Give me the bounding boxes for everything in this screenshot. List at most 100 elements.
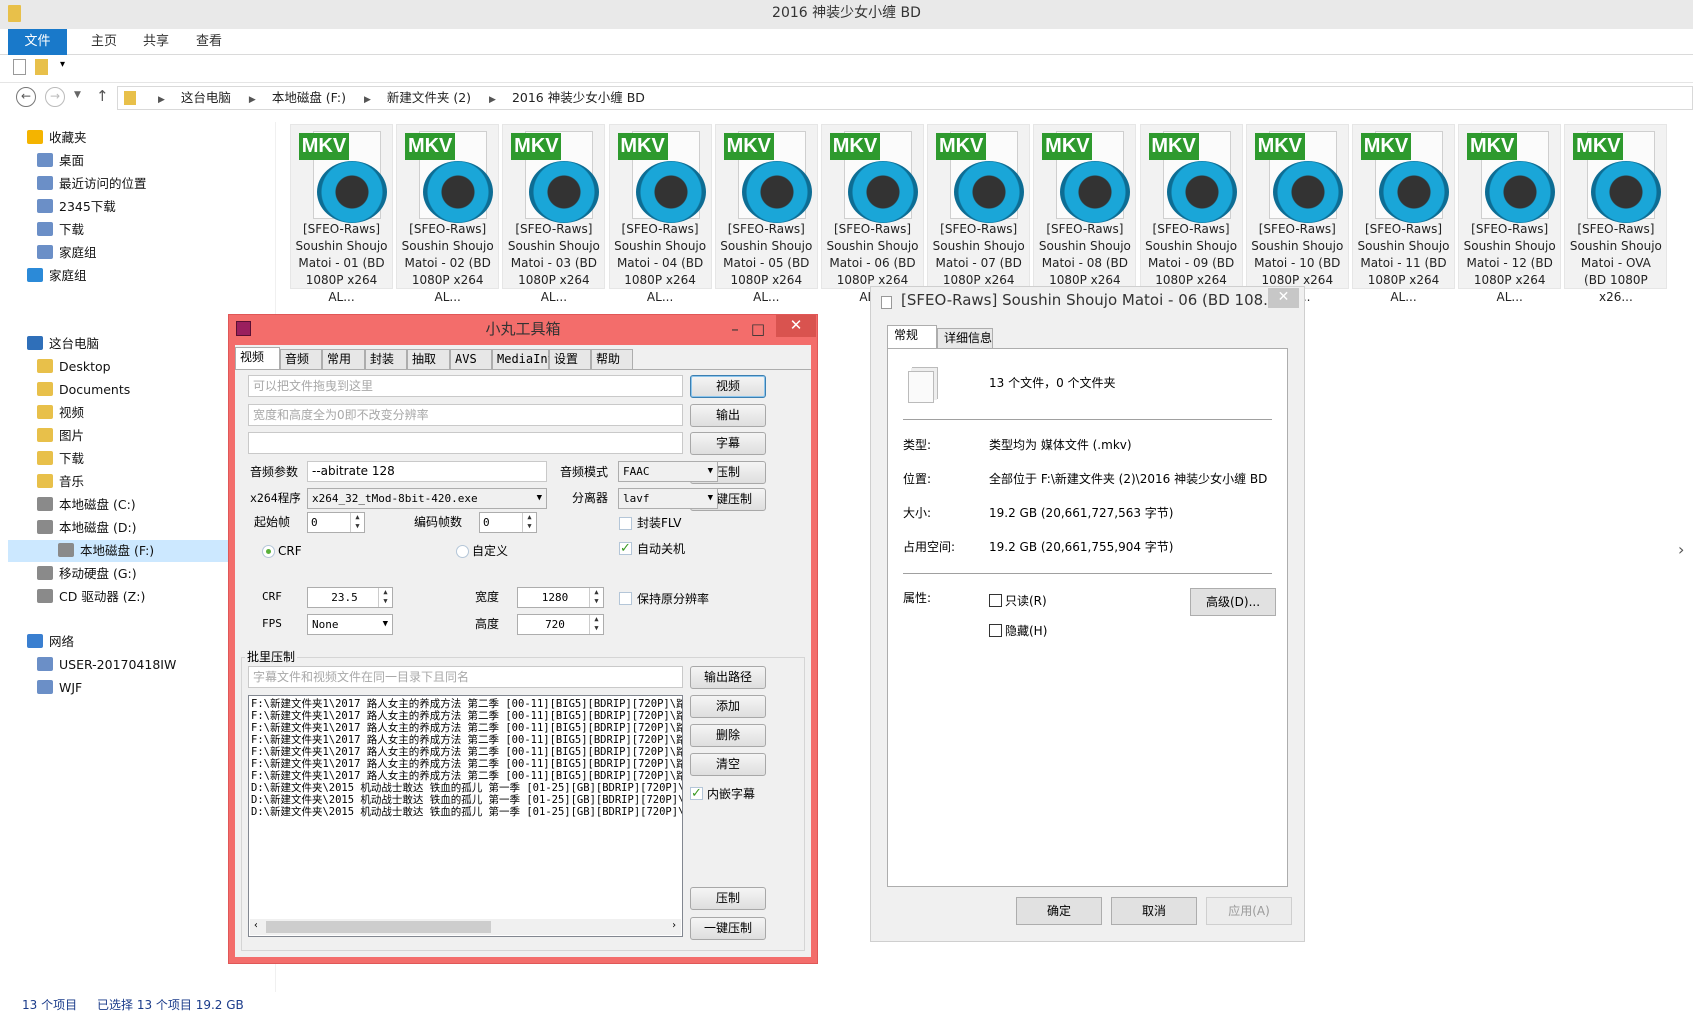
breadcrumb-new-folder[interactable]: 新建文件夹 (2) bbox=[387, 90, 471, 105]
nav-item[interactable]: 桌面 bbox=[37, 150, 84, 172]
x264-select[interactable]: x264_32_tMod-8bit-420.exe ▼ bbox=[307, 488, 547, 509]
batch-file-list[interactable]: F:\新建文件夹1\2017 路人女主的养成方法 第二季 [00-11][BIG… bbox=[248, 695, 683, 937]
minimize-button[interactable]: – bbox=[725, 315, 745, 343]
subtitle-button[interactable]: 字幕 bbox=[690, 432, 766, 455]
nav-item[interactable]: 家庭组 bbox=[37, 242, 97, 264]
file-tile[interactable]: MKV [SFEO-Raws] Soushin Shoujo Matoi - 01 (… bbox=[290, 124, 393, 304]
file-tile[interactable]: MKV [SFEO-Raws] Soushin Shoujo Matoi - 10 (… bbox=[1245, 124, 1349, 304]
scrollbar-thumb[interactable] bbox=[266, 921, 491, 933]
output-path-button[interactable]: 输出路径 bbox=[690, 666, 766, 689]
nav-item[interactable]: 本地磁盘 (D:) bbox=[37, 517, 137, 539]
back-icon[interactable]: ← bbox=[16, 87, 36, 107]
batch-list-item[interactable]: D:\新建文件夹\2015 机动战士敢达 铁血的孤儿 第一季 [01-25][G… bbox=[251, 782, 682, 794]
spinner-arrows-icon[interactable]: ▲ ▼ bbox=[378, 588, 392, 607]
breadcrumb-this-pc[interactable]: 这台电脑 bbox=[181, 90, 231, 105]
spinner-arrows-icon[interactable]: ▲ ▼ bbox=[350, 513, 364, 532]
advanced-button[interactable]: 高级(D)... bbox=[1190, 588, 1276, 616]
start-frame-spinner[interactable]: 0 ▲ ▼ bbox=[307, 512, 365, 533]
nav-item[interactable]: 最近访问的位置 bbox=[37, 173, 147, 195]
customize-dropdown-icon[interactable]: ▾ bbox=[60, 59, 65, 70]
fps-select[interactable]: None ▼ bbox=[307, 614, 393, 635]
video-button[interactable]: 视频 bbox=[690, 375, 766, 398]
recent-dropdown-icon[interactable]: ▼ bbox=[74, 90, 81, 100]
properties-icon[interactable] bbox=[13, 59, 26, 75]
delete-button[interactable]: 删除 bbox=[690, 724, 766, 747]
spinner-arrows-icon[interactable]: ▲ ▼ bbox=[589, 615, 603, 634]
nav-item[interactable]: 移动硬盘 (G:) bbox=[37, 563, 137, 585]
batch-list-item[interactable]: F:\新建文件夹1\2017 路人女主的养成方法 第二季 [00-11][BIG… bbox=[251, 746, 682, 758]
tab-details[interactable]: 详细信息 bbox=[937, 328, 993, 349]
file-tile[interactable]: MKV [SFEO-Raws] Soushin Shoujo Matoi - 04 (… bbox=[608, 124, 712, 304]
demuxer-select[interactable]: lavf ▼ bbox=[618, 488, 718, 509]
nav-item[interactable]: Desktop bbox=[37, 356, 111, 378]
nav-item[interactable]: 2345下载 bbox=[37, 196, 116, 218]
file-tile[interactable]: MKV [SFEO-Raws] Soushin Shoujo Matoi - 03 (… bbox=[502, 124, 606, 304]
file-tile[interactable]: MKV [SFEO-Raws] Soushin Shoujo Matoi - 08 (… bbox=[1033, 124, 1137, 304]
spinner-arrows-icon[interactable]: ▲ ▼ bbox=[589, 588, 603, 607]
cancel-button[interactable]: 取消 bbox=[1111, 897, 1197, 925]
scroll-right-arrow[interactable]: › bbox=[1678, 540, 1684, 559]
file-tile[interactable]: MKV [SFEO-Raws] Soushin Shoujo Matoi - 07 (… bbox=[927, 124, 1031, 304]
ribbon-tab-file[interactable]: 文件 bbox=[8, 29, 67, 55]
tab-help[interactable]: 帮助 bbox=[591, 349, 633, 369]
file-tile[interactable]: MKV [SFEO-Raws] Soushin Shoujo Matoi - 06 (… bbox=[821, 124, 924, 304]
tab-video[interactable]: 视频 bbox=[235, 347, 280, 369]
output-button[interactable]: 输出 bbox=[690, 404, 766, 427]
nav-favorites[interactable]: 收藏夹 bbox=[27, 127, 87, 149]
frame-count-spinner[interactable]: 0 ▲ ▼ bbox=[479, 512, 537, 533]
batch-list-item[interactable]: D:\新建文件夹\2015 机动战士敢达 铁血的孤儿 第一季 [01-25][G… bbox=[251, 794, 682, 806]
batch-list-item[interactable]: F:\新建文件夹1\2017 路人女主的养成方法 第二季 [00-11][BIG… bbox=[251, 758, 682, 770]
output-file-input[interactable]: 宽度和高度全为0即不改变分辨率 bbox=[248, 404, 683, 426]
video-file-input[interactable]: 可以把文件拖曳到这里 bbox=[248, 375, 683, 397]
add-button[interactable]: 添加 bbox=[690, 695, 766, 718]
readonly-checkbox[interactable] bbox=[989, 594, 1002, 607]
batch-subtitle-input[interactable]: 字幕文件和视频文件在同一目录下且同名 bbox=[248, 666, 683, 688]
maximize-button[interactable]: □ bbox=[747, 315, 769, 343]
tab-settings[interactable]: 设置 bbox=[549, 349, 591, 369]
crf-radio[interactable] bbox=[262, 545, 275, 558]
auto-shutdown-checkbox[interactable]: ✓ bbox=[619, 542, 632, 555]
scroll-left-icon[interactable]: ‹ bbox=[253, 920, 259, 932]
batch-list-item[interactable]: F:\新建文件夹1\2017 路人女主的养成方法 第二季 [00-11][BIG… bbox=[251, 722, 682, 734]
batch-list-item[interactable]: F:\新建文件夹1\2017 路人女主的养成方法 第二季 [00-11][BIG… bbox=[251, 734, 682, 746]
embed-subtitle-checkbox[interactable]: ✓ bbox=[690, 787, 703, 800]
hidden-checkbox[interactable] bbox=[989, 624, 1002, 637]
batch-list-item[interactable]: F:\新建文件夹1\2017 路人女主的养成方法 第二季 [00-11][BIG… bbox=[251, 770, 682, 782]
ribbon-tab-view[interactable]: 查看 bbox=[182, 29, 236, 55]
batch-one-click-button[interactable]: 一键压制 bbox=[690, 917, 766, 940]
subtitle-file-input[interactable] bbox=[248, 432, 683, 454]
crf-spinner[interactable]: 23.5 ▲ ▼ bbox=[307, 587, 393, 608]
nav-homegroup[interactable]: 家庭组 bbox=[27, 265, 87, 287]
ribbon-tab-share[interactable]: 共享 bbox=[129, 29, 183, 55]
tab-mediainfo[interactable]: MediaInfo bbox=[492, 349, 562, 369]
tab-extract[interactable]: 抽取 bbox=[407, 349, 450, 369]
horizontal-scrollbar[interactable]: ‹ › bbox=[250, 919, 681, 935]
close-button[interactable]: ✕ bbox=[1268, 288, 1299, 308]
apply-button[interactable]: 应用(A) bbox=[1206, 897, 1292, 925]
nav-item[interactable]: WJF bbox=[37, 677, 82, 699]
file-tile[interactable]: MKV [SFEO-Raws] Soushin Shoujo Matoi - 12 (… bbox=[1458, 124, 1562, 304]
width-spinner[interactable]: 1280 ▲ ▼ bbox=[517, 587, 604, 608]
tab-common[interactable]: 常用 bbox=[322, 349, 365, 369]
address-bar[interactable]: ▶ 这台电脑 ▶ 本地磁盘 (F:) ▶ 新建文件夹 (2) ▶ 2016 神装… bbox=[117, 86, 1693, 110]
new-folder-icon[interactable] bbox=[35, 59, 48, 75]
nav-item[interactable]: 音乐 bbox=[37, 471, 84, 493]
breadcrumb-current[interactable]: 2016 神装少女小缠 BD bbox=[512, 90, 645, 105]
breadcrumb-drive-f[interactable]: 本地磁盘 (F:) bbox=[272, 90, 346, 105]
clear-button[interactable]: 清空 bbox=[690, 753, 766, 776]
nav-item[interactable]: 下载 bbox=[37, 219, 84, 241]
file-tile[interactable]: MKV [SFEO-Raws] Soushin Shoujo Matoi - 05 (… bbox=[714, 124, 818, 304]
audio-params-input[interactable]: --abitrate 128 bbox=[307, 461, 547, 482]
nav-item[interactable]: CD 驱动器 (Z:) bbox=[37, 586, 145, 608]
custom-radio[interactable] bbox=[456, 545, 469, 558]
flv-checkbox[interactable] bbox=[619, 517, 632, 530]
file-tile[interactable]: MKV [SFEO-Raws] Soushin Shoujo Matoi - 09 (… bbox=[1139, 124, 1243, 304]
ribbon-tab-home[interactable]: 主页 bbox=[77, 29, 131, 55]
nav-this-pc[interactable]: 这台电脑 bbox=[27, 333, 99, 355]
keep-resolution-checkbox[interactable] bbox=[619, 592, 632, 605]
spinner-arrows-icon[interactable]: ▲ ▼ bbox=[522, 513, 536, 532]
close-button[interactable]: ✕ bbox=[776, 315, 816, 337]
nav-item[interactable]: 下载 bbox=[37, 448, 84, 470]
file-tile[interactable]: MKV [SFEO-Raws] Soushin Shoujo Matoi - 02 (… bbox=[396, 124, 500, 304]
tab-audio[interactable]: 音频 bbox=[280, 349, 322, 369]
